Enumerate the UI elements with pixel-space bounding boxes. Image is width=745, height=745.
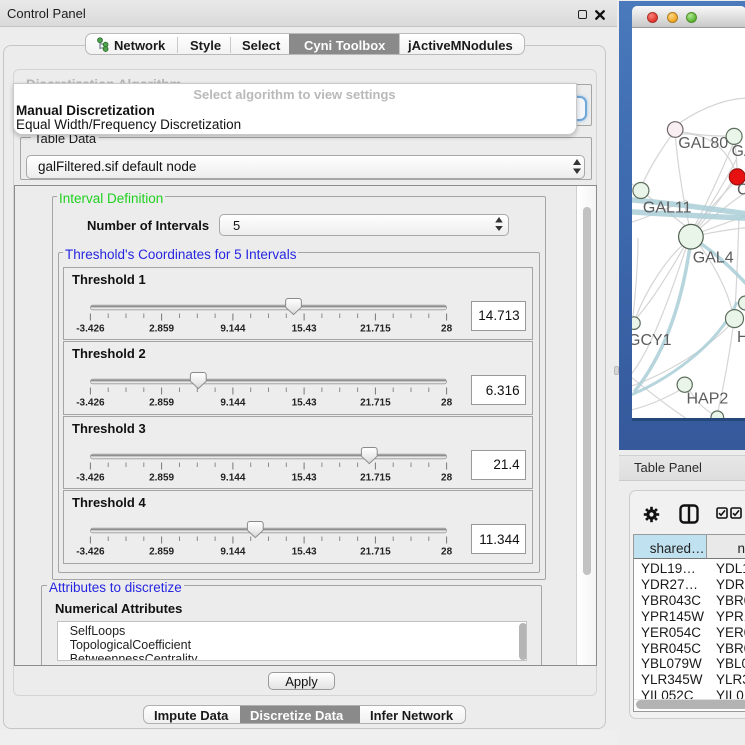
svg-text:GCY1: GCY1 (632, 332, 672, 349)
svg-text:2.859: 2.859 (149, 398, 174, 409)
svg-text:21.715: 21.715 (360, 323, 391, 334)
svg-text:GAL: GAL (731, 143, 745, 160)
svg-text:-3.426: -3.426 (76, 398, 105, 409)
svg-text:9.144: 9.144 (220, 472, 245, 483)
svg-text:GAL4: GAL4 (692, 249, 733, 266)
svg-text:HAP2: HAP2 (686, 390, 728, 407)
svg-text:15.43: 15.43 (292, 323, 317, 334)
svg-text:-3.426: -3.426 (76, 547, 105, 558)
svg-text:21.715: 21.715 (360, 547, 391, 558)
svg-text:GAL11: GAL11 (642, 199, 691, 216)
svg-text:28: 28 (441, 323, 453, 334)
svg-text:GAL80: GAL80 (678, 134, 728, 151)
svg-text:-3.426: -3.426 (76, 472, 105, 483)
svg-text:15.43: 15.43 (292, 398, 317, 409)
svg-text:21.715: 21.715 (360, 398, 391, 409)
svg-text:21.715: 21.715 (360, 472, 391, 483)
svg-text:9.144: 9.144 (220, 398, 245, 409)
svg-text:HI: HI (737, 329, 745, 346)
svg-text:28: 28 (441, 398, 453, 409)
svg-text:15.43: 15.43 (292, 472, 317, 483)
svg-text:-3.426: -3.426 (76, 323, 105, 334)
svg-text:9.144: 9.144 (220, 323, 245, 334)
svg-text:28: 28 (441, 472, 453, 483)
svg-text:2.859: 2.859 (149, 547, 174, 558)
svg-text:CY: CY (737, 181, 745, 198)
svg-text:9.144: 9.144 (220, 547, 245, 558)
svg-text:15.43: 15.43 (292, 547, 317, 558)
svg-text:28: 28 (441, 547, 453, 558)
svg-text:2.859: 2.859 (149, 323, 174, 334)
svg-text:2.859: 2.859 (149, 472, 174, 483)
